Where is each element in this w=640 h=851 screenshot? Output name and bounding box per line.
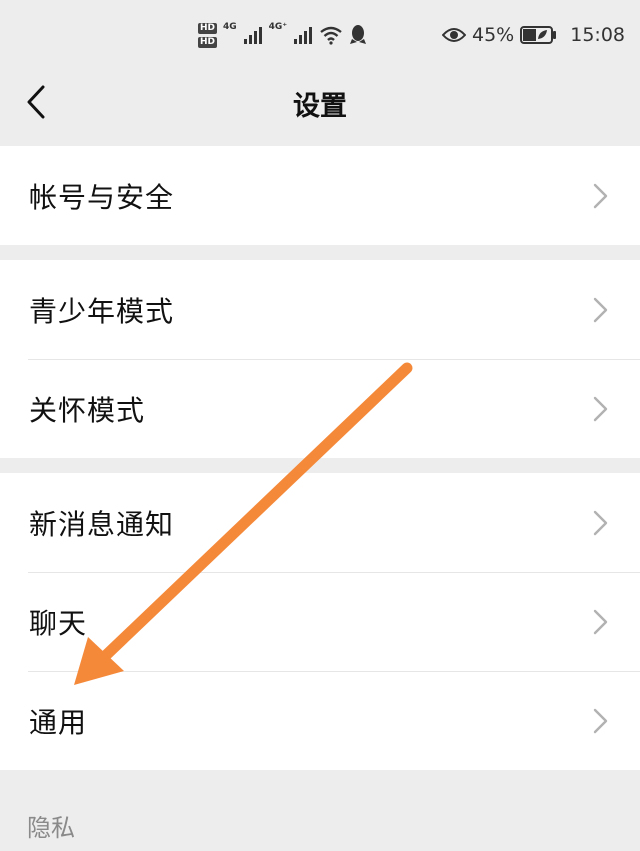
settings-item-label: 青少年模式 bbox=[29, 294, 175, 328]
section-header-privacy: 隐私 bbox=[27, 814, 75, 842]
chevron-right-icon bbox=[593, 297, 608, 322]
status-time: 15:08 bbox=[570, 24, 625, 46]
settings-item-general[interactable]: 通用 bbox=[0, 671, 640, 770]
title-bar: 设置 bbox=[0, 70, 640, 144]
chevron-right-icon bbox=[593, 708, 608, 733]
settings-item-account-security[interactable]: 帐号与安全 bbox=[0, 146, 640, 245]
settings-item-label: 关怀模式 bbox=[29, 393, 146, 427]
settings-group-general: 新消息通知 聊天 通用 bbox=[0, 473, 640, 770]
settings-group-modes: 青少年模式 关怀模式 bbox=[0, 260, 640, 458]
status-bar: HD HD 4G 4G⁺ 45% 15:08 bbox=[0, 0, 640, 70]
qq-icon bbox=[350, 25, 367, 44]
network-type-2: 4G⁺ bbox=[268, 22, 288, 32]
status-left-icons: HD HD 4G 4G⁺ bbox=[198, 18, 367, 52]
battery-icon bbox=[520, 26, 557, 44]
hd-badge-1: HD bbox=[198, 22, 218, 34]
battery-percent: 45% bbox=[472, 24, 515, 46]
page-title: 设置 bbox=[293, 91, 347, 122]
signal-icon-2 bbox=[294, 27, 313, 44]
settings-group-account: 帐号与安全 bbox=[0, 146, 640, 245]
settings-item-label: 帐号与安全 bbox=[29, 180, 175, 214]
status-right-icons: 45% 15:08 bbox=[442, 18, 625, 52]
hd-badges: HD HD bbox=[198, 22, 218, 48]
chevron-right-icon bbox=[593, 396, 608, 421]
settings-item-care-mode[interactable]: 关怀模式 bbox=[0, 359, 640, 458]
settings-item-new-message-notification[interactable]: 新消息通知 bbox=[0, 473, 640, 572]
settings-item-label: 聊天 bbox=[29, 606, 88, 640]
settings-item-chat[interactable]: 聊天 bbox=[0, 572, 640, 671]
hd-badge-2: HD bbox=[198, 36, 218, 48]
chevron-right-icon bbox=[593, 609, 608, 634]
chevron-right-icon bbox=[593, 183, 608, 208]
network-type-1: 4G bbox=[223, 22, 237, 32]
chevron-right-icon bbox=[593, 510, 608, 535]
eye-icon bbox=[442, 28, 466, 42]
settings-item-label: 通用 bbox=[29, 705, 88, 739]
signal-icon bbox=[243, 27, 262, 44]
wifi-icon bbox=[320, 26, 342, 45]
settings-item-teen-mode[interactable]: 青少年模式 bbox=[0, 260, 640, 359]
settings-item-label: 新消息通知 bbox=[29, 507, 175, 541]
